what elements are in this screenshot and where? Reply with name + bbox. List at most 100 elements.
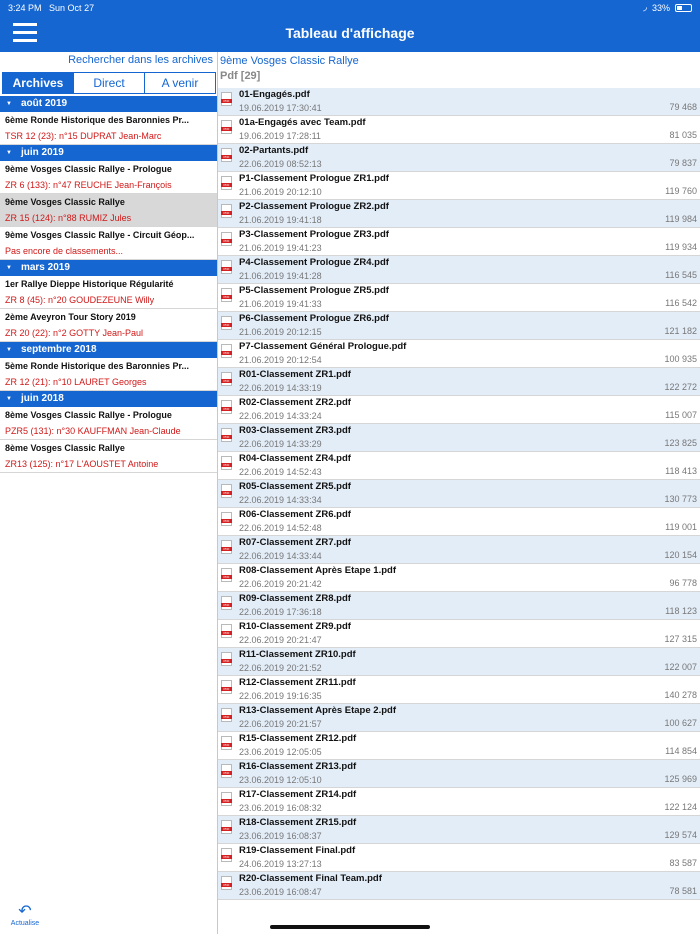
header-bar: 3:24 PM Sun Oct 27 ◞ 33% Tableau d'affic…	[0, 0, 700, 52]
file-row[interactable]: R02-Classement ZR2.pdf 22.06.2019 14:33:2…	[218, 396, 700, 424]
file-name: R15-Classement ZR12.pdf	[239, 733, 357, 744]
tab-direct[interactable]: Direct	[74, 73, 145, 93]
file-name: R16-Classement ZR13.pdf	[239, 761, 357, 772]
file-row[interactable]: R13-Classement Après Etape 2.pdf 22.06.20…	[218, 704, 700, 732]
event-leader: ZR 15 (124): n°88 RUMIZ Jules	[5, 213, 132, 223]
event-item[interactable]: 9ème Vosges Classic Rallye - Prologue ZR …	[0, 161, 217, 194]
month-header[interactable]: ▼ juin 2018	[0, 391, 217, 407]
tab-a-venir[interactable]: A venir	[145, 73, 215, 93]
event-name: 2ème Aveyron Tour Story 2019	[5, 312, 136, 322]
file-row[interactable]: R20-Classement Final Team.pdf 23.06.2019 …	[218, 872, 700, 900]
pdf-icon	[221, 596, 232, 610]
file-name: R07-Classement ZR7.pdf	[239, 537, 351, 548]
file-row[interactable]: R11-Classement ZR10.pdf 22.06.2019 20:21:…	[218, 648, 700, 676]
event-item[interactable]: 6ème Ronde Historique des Baronnies Pr..…	[0, 112, 217, 145]
file-row[interactable]: 02-Partants.pdf 22.06.2019 08:52:13 79 837	[218, 144, 700, 172]
event-item[interactable]: 2ème Aveyron Tour Story 2019 ZR 20 (22): …	[0, 309, 217, 342]
file-row[interactable]: R06-Classement ZR6.pdf 22.06.2019 14:52:4…	[218, 508, 700, 536]
file-row[interactable]: R05-Classement ZR5.pdf 22.06.2019 14:33:3…	[218, 480, 700, 508]
file-row[interactable]: P1-Classement Prologue ZR1.pdf 21.06.2019…	[218, 172, 700, 200]
file-row[interactable]: R10-Classement ZR9.pdf 22.06.2019 20:21:4…	[218, 620, 700, 648]
event-leader: TSR 12 (23): n°15 DUPRAT Jean-Marc	[5, 131, 162, 141]
file-date: 22.06.2019 20:21:57	[239, 719, 322, 729]
file-row[interactable]: 01-Engagés.pdf 19.06.2019 17:30:41 79 468	[218, 88, 700, 116]
pdf-icon	[221, 92, 232, 106]
event-item[interactable]: 1er Rallye Dieppe Historique Régularité Z…	[0, 276, 217, 309]
file-row[interactable]: R17-Classement ZR14.pdf 23.06.2019 16:08:…	[218, 788, 700, 816]
file-size: 123 825	[664, 438, 697, 448]
file-row[interactable]: R19-Classement Final.pdf 24.06.2019 13:27…	[218, 844, 700, 872]
file-size: 122 124	[664, 802, 697, 812]
file-name: R18-Classement ZR15.pdf	[239, 817, 357, 828]
file-row[interactable]: R08-Classement Après Etape 1.pdf 22.06.20…	[218, 564, 700, 592]
file-row[interactable]: 01a-Engagés avec Team.pdf 19.06.2019 17:2…	[218, 116, 700, 144]
month-header[interactable]: ▼ septembre 2018	[0, 342, 217, 358]
file-name: R12-Classement ZR11.pdf	[239, 677, 356, 688]
file-size: 81 035	[669, 130, 697, 140]
triangle-down-icon: ▼	[6, 396, 12, 402]
file-size: 130 773	[664, 494, 697, 504]
event-name: 1er Rallye Dieppe Historique Régularité	[5, 279, 174, 289]
pdf-icon	[221, 876, 232, 890]
month-header[interactable]: ▼ août 2019	[0, 96, 217, 112]
file-date: 22.06.2019 17:36:18	[239, 607, 322, 617]
refresh-button[interactable]: ↶ Actualise	[10, 904, 40, 928]
file-row[interactable]: R07-Classement ZR7.pdf 22.06.2019 14:33:4…	[218, 536, 700, 564]
file-size: 100 935	[664, 354, 697, 364]
pdf-icon	[221, 176, 232, 190]
search-archives-link[interactable]: Rechercher dans les archives	[68, 54, 213, 66]
file-row[interactable]: R16-Classement ZR13.pdf 23.06.2019 12:05:…	[218, 760, 700, 788]
file-row[interactable]: R12-Classement ZR11.pdf 22.06.2019 19:16:…	[218, 676, 700, 704]
event-item[interactable]: 8ème Vosges Classic Rallye - Prologue PZR…	[0, 407, 217, 440]
event-item[interactable]: 5ème Ronde Historique des Baronnies Pr..…	[0, 358, 217, 391]
file-row[interactable]: R09-Classement ZR8.pdf 22.06.2019 17:36:1…	[218, 592, 700, 620]
file-row[interactable]: P5-Classement Prologue ZR5.pdf 21.06.2019…	[218, 284, 700, 312]
file-row[interactable]: R18-Classement ZR15.pdf 23.06.2019 16:08:…	[218, 816, 700, 844]
file-size: 79 468	[669, 102, 697, 112]
pdf-icon	[221, 484, 232, 498]
pdf-icon	[221, 540, 232, 554]
file-row[interactable]: P6-Classement Prologue ZR6.pdf 21.06.2019…	[218, 312, 700, 340]
pdf-icon	[221, 316, 232, 330]
pdf-icon	[221, 792, 232, 806]
file-size: 116 542	[665, 298, 697, 308]
status-right: ◞ 33%	[643, 3, 692, 13]
file-row[interactable]: P3-Classement Prologue ZR3.pdf 21.06.2019…	[218, 228, 700, 256]
file-row[interactable]: P7-Classement Général Prologue.pdf 21.06.…	[218, 340, 700, 368]
file-name: R08-Classement Après Etape 1.pdf	[239, 565, 396, 576]
event-leader: ZR 8 (45): n°20 GOUDEZEUNE Willy	[5, 295, 155, 305]
event-item[interactable]: 8ème Vosges Classic Rallye ZR13 (125): n°…	[0, 440, 217, 473]
file-date: 22.06.2019 14:52:43	[239, 467, 322, 477]
file-size: 129 574	[664, 830, 697, 840]
file-row[interactable]: P4-Classement Prologue ZR4.pdf 21.06.2019…	[218, 256, 700, 284]
month-header[interactable]: ▼ mars 2019	[0, 260, 217, 276]
file-date: 22.06.2019 20:21:47	[239, 635, 322, 645]
tab-archives[interactable]: Archives	[3, 73, 74, 93]
events-panel: Rechercher dans les archives Archives Dir…	[0, 52, 218, 934]
file-row[interactable]: R01-Classement ZR1.pdf 22.06.2019 14:33:1…	[218, 368, 700, 396]
file-date: 21.06.2019 19:41:28	[239, 271, 322, 281]
file-date: 22.06.2019 20:21:42	[239, 579, 322, 589]
file-date: 22.06.2019 19:16:35	[239, 691, 322, 701]
month-header[interactable]: ▼ juin 2019	[0, 145, 217, 161]
file-date: 23.06.2019 16:08:37	[239, 831, 322, 841]
month-label: septembre 2018	[20, 344, 97, 355]
file-size: 96 778	[669, 578, 697, 588]
file-date: 21.06.2019 20:12:15	[239, 327, 322, 337]
pdf-icon	[221, 624, 232, 638]
file-row[interactable]: P2-Classement Prologue ZR2.pdf 21.06.2019…	[218, 200, 700, 228]
file-date: 22.06.2019 14:33:29	[239, 439, 322, 449]
event-item[interactable]: 9ème Vosges Classic Rallye - Circuit Géo…	[0, 227, 217, 260]
file-size: 121 182	[664, 326, 697, 336]
file-name: R19-Classement Final.pdf	[239, 845, 356, 856]
file-date: 22.06.2019 14:33:19	[239, 383, 322, 393]
file-row[interactable]: R15-Classement ZR12.pdf 23.06.2019 12:05:…	[218, 732, 700, 760]
file-row[interactable]: R03-Classement ZR3.pdf 22.06.2019 14:33:2…	[218, 424, 700, 452]
file-name: P4-Classement Prologue ZR4.pdf	[239, 257, 389, 268]
file-row[interactable]: R04-Classement ZR4.pdf 22.06.2019 14:52:4…	[218, 452, 700, 480]
battery-percent: 33%	[651, 3, 670, 13]
triangle-down-icon: ▼	[6, 101, 12, 107]
file-name: R17-Classement ZR14.pdf	[239, 789, 357, 800]
event-item[interactable]: 9ème Vosges Classic Rallye ZR 15 (124): n…	[0, 194, 217, 227]
file-size: 119 760	[665, 186, 697, 196]
